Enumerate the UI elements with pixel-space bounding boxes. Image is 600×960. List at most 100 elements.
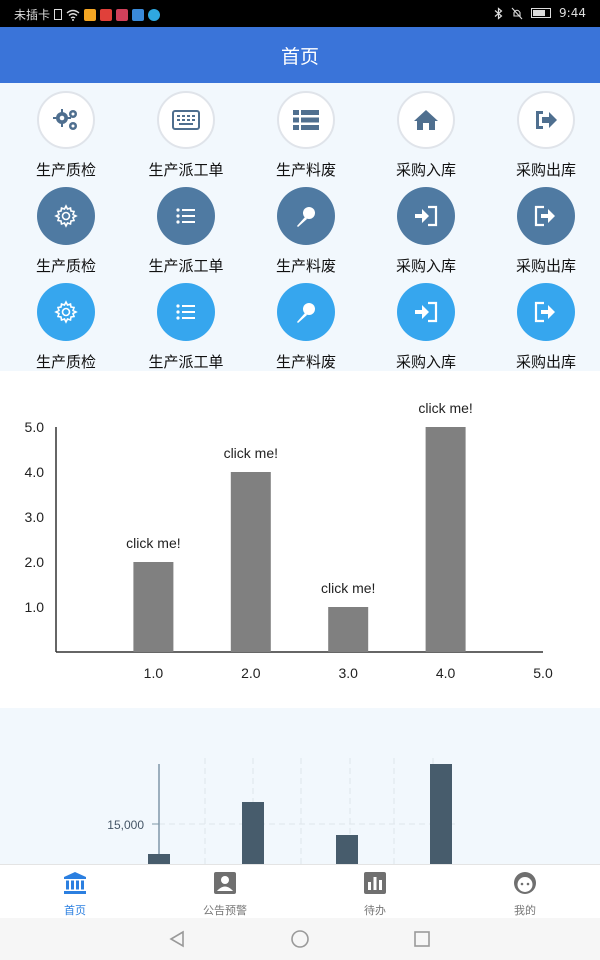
- list-icon: [157, 283, 215, 341]
- bar-data-label: click me!: [321, 580, 375, 596]
- x-tick-label: 3.0: [338, 665, 358, 681]
- bar-chart: 1.0 2.0 3.0 4.0 5.0 1.0 2.0 3.0 4.0 5.0 click me! c…: [25, 400, 553, 681]
- sign-in-icon: [397, 187, 455, 245]
- y-tick-label: 2.0: [25, 554, 45, 570]
- grid-item-material-waste[interactable]: 生产料废: [246, 179, 366, 275]
- app-icon-4: [132, 8, 145, 21]
- grid-item-dispatch-order[interactable]: 生产派工单: [126, 179, 246, 275]
- grid-item-label: 生产派工单: [148, 161, 224, 179]
- app-icon-1: [84, 8, 97, 21]
- cog-icon: [37, 187, 95, 245]
- bluetooth-icon: [494, 6, 503, 20]
- home-icon: [397, 91, 455, 149]
- grid-item-purchase-in[interactable]: 采购入库: [366, 179, 486, 275]
- grid-item-label: 生产料废: [275, 161, 336, 179]
- page-title: 首页: [280, 45, 319, 68]
- grid-row-2: 生产质检 生产派工单 生产料废 采购入库 采购出库: [0, 179, 600, 275]
- sign-out-icon: [517, 187, 575, 245]
- grid-item-purchase-in[interactable]: 采购入库: [366, 275, 486, 371]
- tab-home[interactable]: 首页: [0, 865, 150, 919]
- x-tick-label: 4.0: [436, 665, 456, 681]
- app-icon-5: [148, 8, 161, 21]
- back-icon[interactable]: [168, 929, 188, 949]
- bar-data-label: click me!: [418, 400, 472, 416]
- mute-icon: [511, 7, 523, 19]
- battery-icon: [531, 8, 552, 18]
- grid-item-label: 采购入库: [395, 161, 456, 179]
- bar-chart-icon: [364, 872, 386, 894]
- gears-icon: [37, 91, 95, 149]
- recents-icon[interactable]: [412, 929, 432, 949]
- wifi-icon: [66, 9, 80, 21]
- grid-item-purchase-out[interactable]: 采购出库: [486, 83, 600, 179]
- function-grid: 生产质检 生产派工单 生产料废 采购入库 采购出库 生产质检 生产派工单 生产料…: [0, 83, 600, 371]
- app-header: 首页: [0, 27, 600, 83]
- y-tick-label: 4.0: [25, 464, 45, 480]
- user-card-icon: [214, 872, 236, 894]
- grid-item-quality-check[interactable]: 生产质检: [6, 179, 126, 275]
- grid-item-label: 生产质检: [35, 257, 96, 275]
- bar[interactable]: [242, 802, 264, 864]
- grid-row-3: 生产质检 生产派工单 生产料废 采购入库 采购出库: [0, 275, 600, 371]
- bottom-tab-bar: 首页 公告预警 待办 我的: [0, 864, 600, 918]
- status-bar: 未插卡 9:44: [0, 0, 600, 27]
- y-tick-label: 5.0: [25, 419, 45, 435]
- grid-item-purchase-out[interactable]: 采购出库: [486, 275, 600, 371]
- app-icon-3: [116, 8, 129, 21]
- x-tick-label: 5.0: [533, 665, 553, 681]
- grid-item-label: 生产料废: [275, 257, 336, 275]
- system-nav-bar: [0, 918, 600, 960]
- carrier-text: 未插卡: [14, 8, 51, 22]
- tab-mine[interactable]: 我的: [450, 865, 600, 919]
- bar[interactable]: [133, 562, 174, 652]
- tab-label: 首页: [64, 904, 86, 917]
- bar-data-label: click me!: [126, 535, 180, 551]
- bar[interactable]: [425, 427, 466, 652]
- bar[interactable]: [230, 472, 271, 652]
- list-icon: [277, 91, 335, 149]
- tab-label: 我的: [514, 904, 536, 917]
- grid-item-label: 生产质检: [35, 353, 96, 371]
- y-tick-label: 3.0: [25, 509, 45, 525]
- grid-item-quality-check[interactable]: 生产质检: [6, 275, 126, 371]
- grid-item-purchase-out[interactable]: 采购出库: [486, 179, 600, 275]
- grid-item-label: 生产派工单: [148, 353, 224, 371]
- x-tick-label: 1.0: [144, 665, 164, 681]
- grid-item-quality-check[interactable]: 生产质检: [6, 83, 126, 179]
- tab-todo[interactable]: 待办: [300, 865, 450, 919]
- grid-row-1: 生产质检 生产派工单 生产料废 采购入库 采购出库: [0, 83, 600, 179]
- second-bar-chart: 15,000: [107, 758, 455, 864]
- sign-in-icon: [397, 283, 455, 341]
- tab-announcements[interactable]: 公告预警: [150, 865, 300, 919]
- home-button-icon[interactable]: [290, 929, 310, 949]
- grid-item-dispatch-order[interactable]: 生产派工单: [126, 275, 246, 371]
- tab-label: 公告预警: [203, 904, 247, 917]
- grid-item-label: 采购出库: [515, 353, 576, 371]
- grid-item-material-waste[interactable]: 生产料废: [246, 275, 366, 371]
- bar[interactable]: [148, 854, 170, 864]
- bar-chart-panel: 1.0 2.0 3.0 4.0 5.0 1.0 2.0 3.0 4.0 5.0 click me! c…: [0, 371, 600, 707]
- clock-text: 9:44: [559, 6, 586, 20]
- grid-item-material-waste[interactable]: 生产料废: [246, 83, 366, 179]
- list-icon: [157, 187, 215, 245]
- cog-icon: [37, 283, 95, 341]
- sign-out-icon: [517, 283, 575, 341]
- grid-item-label: 生产派工单: [148, 257, 224, 275]
- pin-icon: [277, 283, 335, 341]
- bar[interactable]: [336, 835, 358, 864]
- pin-icon: [277, 187, 335, 245]
- grid-item-label: 生产质检: [35, 161, 96, 179]
- grid-item-label: 采购出库: [515, 257, 576, 275]
- bar-data-label: click me!: [224, 445, 278, 461]
- bar[interactable]: [430, 764, 452, 864]
- bar[interactable]: [328, 607, 369, 652]
- bank-icon: [64, 872, 86, 894]
- grid-item-dispatch-order[interactable]: 生产派工单: [126, 83, 246, 179]
- status-left: 未插卡: [14, 6, 161, 23]
- grid-item-purchase-in[interactable]: 采购入库: [366, 83, 486, 179]
- sim-icon: [54, 9, 63, 20]
- sign-out-icon: [517, 91, 575, 149]
- grid-item-label: 采购出库: [515, 161, 576, 179]
- status-right: 9:44: [494, 6, 586, 20]
- keyboard-icon: [157, 91, 215, 149]
